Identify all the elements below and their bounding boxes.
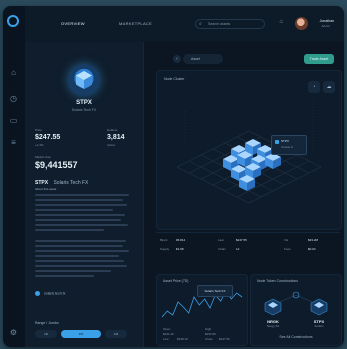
description-name: Solaris Tech FX — [53, 180, 89, 186]
chart-stat-key: Close — [205, 337, 213, 341]
user-role: Admin — [321, 24, 330, 28]
asset-metrics-table: Block #6.814 Last $247.55 Vol $33.2M Sup… — [156, 232, 340, 269]
price-label: Price — [35, 128, 42, 132]
metric-key: Block — [160, 238, 168, 242]
website-link[interactable]: solaris.tech.fx — [35, 291, 65, 296]
chart-stat-key: Low — [163, 337, 169, 341]
user-name: Jonathan — [319, 19, 334, 23]
home-icon[interactable]: ⌂ — [9, 68, 18, 77]
right-node-sub: Solaris — [314, 324, 324, 328]
website-text: solaris.tech.fx — [44, 291, 66, 296]
market-cap-label: Market Cap — [35, 155, 51, 159]
icon-rail: ⌂ ◷ ▭ ≡ ⚙ — [3, 6, 26, 347]
range-option-1d[interactable]: 1D — [35, 330, 57, 338]
metric-key: Fees — [284, 247, 291, 251]
metric-key: Vol — [284, 238, 289, 242]
chart-stat-value: $241.20 — [163, 332, 174, 336]
chart-stat-value: $238.10 — [177, 337, 188, 341]
metric-value: $247.55 — [236, 238, 247, 242]
chart-stat-key: High — [205, 327, 212, 331]
price-chart-card: Asset Price (7D) Solaris Tech FX Open $2… — [156, 274, 248, 346]
description-subtitle: About this asset — [35, 187, 57, 191]
tooltip-swatch — [275, 140, 279, 144]
search-icon: ⌕ — [199, 21, 202, 27]
asset-name: Solaris Tech FX — [71, 108, 97, 112]
left-node-sub: Nergy Kit — [266, 324, 280, 328]
trade-button[interactable]: Trade Asset — [304, 54, 334, 64]
search-input[interactable]: ⌕ Search assets — [195, 19, 265, 29]
asset-detail-panel: STPX Solaris Tech FX Price $247.55 +2.4%… — [25, 42, 144, 347]
asset-coin-icon — [68, 64, 100, 96]
chart-tooltip: Solaris Tech FX — [197, 285, 233, 297]
chart-stat-value: $252.80 — [205, 332, 216, 336]
metric-key: Chain — [218, 247, 226, 251]
top-bar: Overview Marketplace ⌕ Search assets ⌂ J… — [25, 6, 344, 42]
holders-count: 3,814 — [107, 134, 125, 141]
back-button[interactable]: ‹ — [173, 55, 181, 63]
metric-value: #6.814 — [176, 238, 186, 242]
tooltip-title: STPX — [281, 139, 289, 143]
chart-stat-key: Open — [163, 327, 171, 331]
search-placeholder: Search assets — [208, 22, 231, 26]
cluster-visualization: Node Cluster ◔ ☁ STPX Cluster A — [156, 70, 342, 230]
iso-grid — [176, 101, 322, 204]
settings-icon[interactable]: ⚙ — [9, 328, 18, 337]
tab-overview[interactable]: Overview — [61, 21, 85, 26]
metric-value: $1.98 — [176, 247, 184, 251]
range-option-1w[interactable]: 1W — [61, 330, 101, 338]
market-cap-value: $9,441557 — [35, 160, 78, 170]
chart-title: Asset Price (7D) — [163, 279, 189, 283]
layers-icon[interactable]: ≡ — [9, 138, 18, 147]
asset-price: $247.55 — [35, 134, 61, 141]
metric-key: Last — [218, 238, 224, 242]
metric-value: $0.04 — [308, 247, 316, 251]
notification-icon[interactable]: ⌂ — [279, 19, 283, 25]
app-logo[interactable] — [7, 15, 19, 27]
user-avatar[interactable] — [295, 17, 308, 30]
asset-symbol: STPX — [76, 100, 92, 106]
holders-note: Active — [107, 143, 116, 147]
tab-marketplace[interactable]: Marketplace — [119, 21, 152, 26]
cluster-tooltip: STPX Cluster A — [271, 135, 307, 155]
metric-value: L2 — [236, 247, 240, 251]
description-symbol: STPX — [35, 180, 49, 186]
metric-value: $33.2M — [308, 238, 319, 242]
network-card: Node Token Constructions NRGK Nergy Kit … — [250, 274, 342, 346]
main-content: ‹ Asset Trade Asset Node Cluster ◔ ☁ STP… — [144, 42, 344, 347]
holders-label: Holders — [107, 128, 118, 132]
chart-stat-value: $247.55 — [219, 337, 230, 341]
metric-key: Supply — [160, 247, 170, 251]
clock-icon[interactable]: ◷ — [9, 94, 18, 103]
description-title: STPX Solaris Tech FX — [35, 180, 88, 186]
tooltip-subtitle: Cluster A — [281, 145, 294, 149]
price-change: +2.4% — [35, 143, 44, 147]
wallet-icon[interactable]: ▭ — [9, 116, 18, 125]
description-text — [35, 194, 133, 280]
app-window: ⌂ ◷ ▭ ≡ ⚙ Overview Marketplace ⌕ Search … — [3, 6, 344, 347]
range-label: Range / Jumbo — [35, 321, 59, 325]
globe-icon — [35, 291, 40, 296]
see-all-link[interactable]: See All Constructions — [251, 335, 341, 339]
range-option-1m[interactable]: 1M — [105, 330, 127, 338]
breadcrumb[interactable]: Asset — [183, 54, 223, 64]
